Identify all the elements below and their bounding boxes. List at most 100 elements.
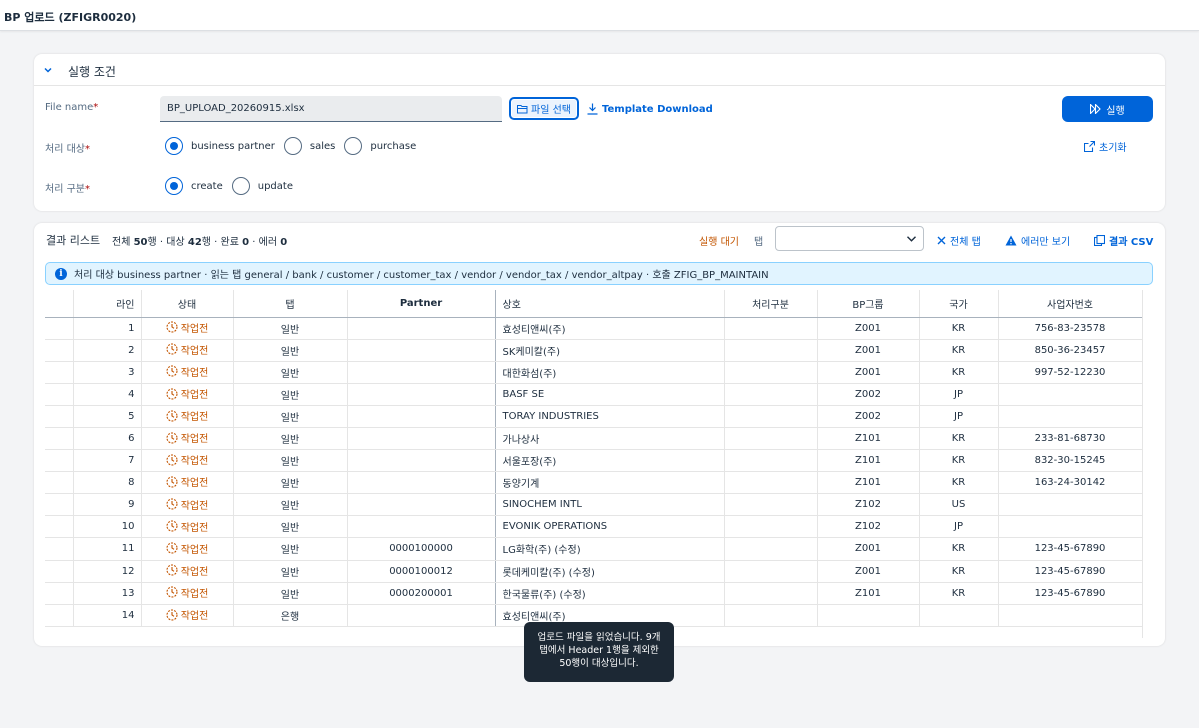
line-cell: 12 [73,560,142,583]
column-header-line[interactable]: 라인 [73,290,142,318]
reset-button[interactable]: 초기화 [1084,138,1127,154]
name-cell: 한국물류(주) (수정) [495,582,725,605]
bizno-cell: 123-45-67890 [998,560,1143,583]
pending-clock-icon [166,410,178,422]
row-select-cell[interactable] [45,493,74,517]
status-cell: 작업전 [141,604,234,627]
column-header-bp-group[interactable]: BP그룹 [817,290,920,318]
run-button[interactable]: 실행 [1062,96,1153,122]
reset-icon [1084,140,1095,152]
partner-cell [347,493,496,517]
row-select-cell[interactable] [45,383,74,406]
row-select-cell[interactable] [45,427,74,451]
row-select-cell[interactable] [45,537,74,561]
table-row[interactable]: 5 작업전 일반 TORAY INDUSTRIES Z002 JP [45,405,1143,428]
line-cell: 7 [73,449,142,473]
row-select-cell[interactable] [45,582,74,605]
table-row[interactable]: 13 작업전 일반 0000200001 한국물류(주) (수정) Z101 KR 123-4… [45,582,1143,605]
column-header-country[interactable]: 국가 [919,290,999,318]
row-select-cell[interactable] [45,361,74,384]
warning-icon [1005,235,1017,245]
name-cell: 효성티앤씨(주) [495,317,725,340]
table-row[interactable]: 9 작업전 일반 SINOCHEM INTL Z102 US [45,493,1143,517]
file-name-field[interactable]: BP_UPLOAD_20260915.xlsx [160,96,502,122]
column-header-bizno[interactable]: 사업자번호 [998,290,1143,318]
radio-circle[interactable] [231,177,250,195]
partner-cell [347,427,496,451]
country-cell [919,604,999,627]
column-header-tab[interactable]: 탭 [233,290,348,318]
chevron-down-icon[interactable] [907,236,916,242]
execute-icon [1090,104,1102,114]
column-header-status[interactable]: 상태 [141,290,234,318]
status-cell: 작업전 [141,560,234,583]
table-row[interactable]: 6 작업전 일반 가나상사 Z101 KR 233-81-68730 [45,427,1143,451]
radio-circle[interactable] [344,137,363,155]
row-select-cell[interactable] [45,449,74,473]
radio-sales[interactable]: sales [283,137,335,155]
bizno-cell: 123-45-67890 [998,537,1143,561]
row-select-cell[interactable] [45,471,74,495]
radio-business-partner[interactable]: business partner [165,137,275,155]
result-csv-button[interactable]: 결과 CSV [1094,232,1153,248]
status-cell: 작업전 [141,537,234,561]
tab-cell: 일반 [233,515,348,539]
criteria-header[interactable]: 실행 조건 [34,54,1165,86]
table-row[interactable]: 2 작업전 일반 SK케미칼(주) Z001 KR 850-36-23457 [45,339,1143,362]
line-cell: 3 [73,361,142,384]
radio-purchase[interactable]: purchase [344,137,416,155]
row-select-cell[interactable] [45,317,74,340]
table-row[interactable]: 3 작업전 일반 대한화섬(주) Z001 KR 997-52-12230 [45,361,1143,384]
partner-cell [347,604,496,627]
bizno-cell [998,405,1143,428]
partner-cell [347,405,496,428]
table-row[interactable]: 10 작업전 일반 EVONIK OPERATIONS Z102 JP [45,515,1143,539]
bp-group-cell: Z101 [817,449,920,473]
select-file-button[interactable]: 파일 선택 [509,97,579,120]
table-row[interactable]: 12 작업전 일반 0000100012 롯데케미칼(주) (수정) Z001 KR 123-… [45,560,1143,583]
status-cell: 작업전 [141,317,234,340]
bp-group-cell: Z101 [817,471,920,495]
table-row[interactable]: 8 작업전 일반 동양기계 Z101 KR 163-24-30142 [45,471,1143,495]
column-header-name[interactable]: 상호 [495,290,725,318]
status-badge: 작업전 [166,452,208,467]
radio-circle[interactable] [283,137,302,155]
template-download-button[interactable]: Template Download [587,100,713,118]
all-tabs-button[interactable]: 전체 탭 [937,232,981,248]
row-select-cell[interactable] [45,604,74,627]
vertical-scrollbar[interactable] [1142,290,1153,638]
column-header-select[interactable] [45,290,74,318]
radio-update[interactable]: update [231,177,293,195]
tab-filter-select[interactable] [775,226,924,251]
results-title: 결과 리스트 [46,234,101,247]
errors-only-button[interactable]: 에러만 보기 [1005,232,1070,248]
country-cell: JP [919,405,999,428]
row-select-cell[interactable] [45,515,74,539]
row-select-cell[interactable] [45,405,74,428]
partner-cell: 0000100000 [347,537,496,561]
mode-cell [724,582,818,605]
column-header-mode[interactable]: 처리구분 [724,290,818,318]
pending-clock-icon [166,432,178,444]
table-row[interactable]: 11 작업전 일반 0000100000 LG화학(주) (수정) Z001 KR 123-4… [45,537,1143,561]
chevron-down-icon[interactable] [44,66,52,74]
tab-cell: 일반 [233,582,348,605]
table-row[interactable]: 7 작업전 일반 서울포장(주) Z101 KR 832-30-15245 [45,449,1143,473]
country-cell: KR [919,339,999,362]
radio-create[interactable]: create [165,177,223,195]
mode-cell [724,339,818,362]
radio-circle[interactable] [165,137,183,155]
tab-filter-label: 탭 [754,237,764,248]
country-cell: US [919,493,999,517]
row-select-cell[interactable] [45,339,74,362]
radio-circle[interactable] [165,177,183,195]
column-header-partner[interactable]: Partner [347,290,496,318]
row-select-cell[interactable] [45,560,74,583]
table-row[interactable]: 4 작업전 일반 BASF SE Z002 JP [45,383,1143,406]
status-badge: 작업전 [166,320,208,335]
bp-group-cell: Z102 [817,493,920,517]
status-cell: 작업전 [141,383,234,406]
bp-group-cell: Z001 [817,537,920,561]
table-row[interactable]: 1 작업전 일반 효성티앤씨(주) Z001 KR 756-83-23578 [45,317,1143,340]
status-badge: 작업전 [166,342,208,357]
